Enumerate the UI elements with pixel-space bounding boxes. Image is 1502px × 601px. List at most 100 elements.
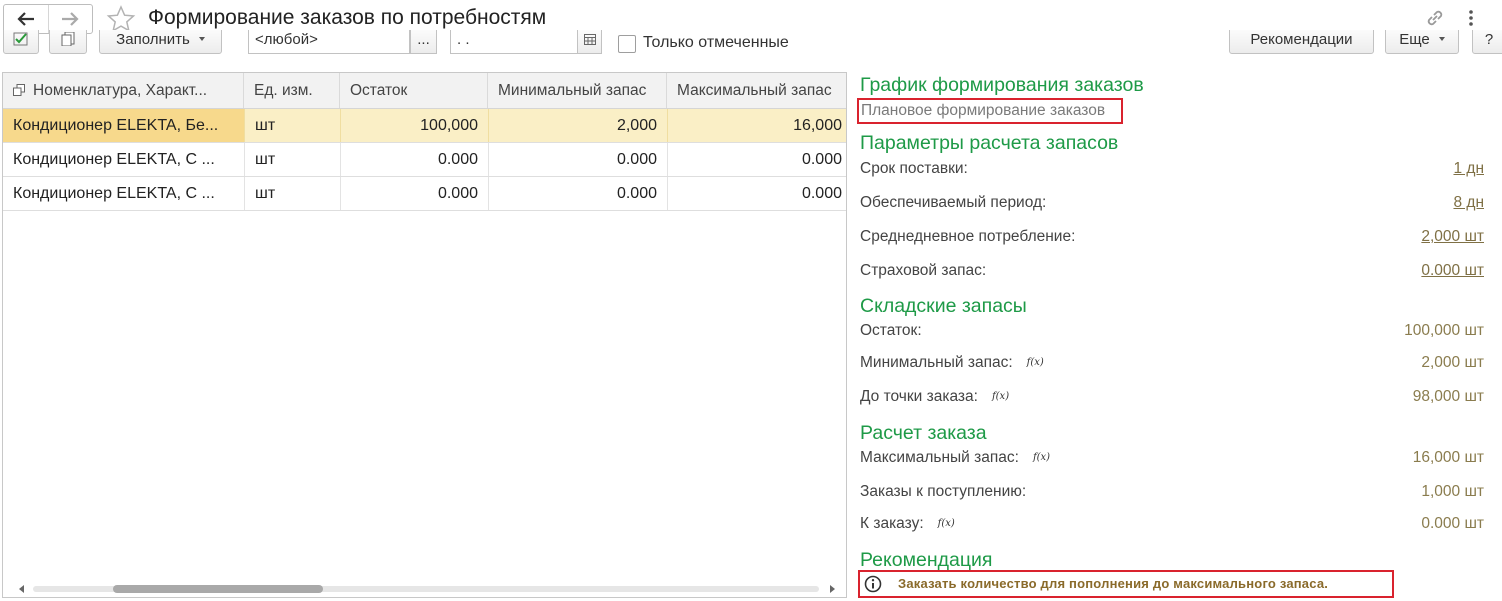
- formula-icon[interactable]: f(x): [992, 391, 1009, 402]
- calc-row-incoming-orders: Заказы к поступлению: 1,000 шт: [860, 483, 1486, 505]
- stock-label: Остаток:: [860, 322, 922, 339]
- schedule-value-highlight: Плановое формирование заказов: [857, 98, 1123, 124]
- scroll-left-icon[interactable]: [19, 585, 24, 593]
- calc-value: 1,000 шт: [1421, 483, 1484, 500]
- scrollbar-thumb[interactable]: [113, 585, 323, 593]
- more-vertical-icon[interactable]: [1464, 8, 1478, 28]
- cell-stock[interactable]: 0.000: [340, 143, 488, 176]
- stock-value: 2,000 шт: [1421, 354, 1484, 371]
- table-row[interactable]: Кондиционер ELEKTA, С ... шт 0.000 0.000…: [3, 143, 846, 177]
- stock-value: 100,000 шт: [1404, 322, 1484, 339]
- calendar-icon: [583, 33, 596, 45]
- arrow-left-icon: [17, 12, 34, 26]
- arrow-right-icon: [62, 12, 79, 26]
- unmark-all-button[interactable]: [49, 30, 87, 54]
- stock-row-balance: Остаток: 100,000 шт: [860, 322, 1486, 344]
- expand-icon: [13, 84, 25, 96]
- only-marked-label: Только отмеченные: [643, 34, 789, 51]
- cell-stock[interactable]: 0.000: [340, 177, 488, 210]
- stock-row-min: Минимальный запас: f(x) 2,000 шт: [860, 354, 1486, 376]
- formula-icon[interactable]: f(x): [1033, 452, 1050, 463]
- formula-icon[interactable]: f(x): [1027, 357, 1044, 368]
- stock-row-reorder-point: До точки заказа: f(x) 98,000 шт: [860, 388, 1486, 410]
- fill-button[interactable]: Заполнить: [99, 30, 222, 54]
- fill-button-label: Заполнить: [116, 30, 190, 48]
- cell-item[interactable]: Кондиционер ELEKTA, С ...: [3, 143, 244, 176]
- param-row-avg-consumption: Среднедневное потребление: 2,000 шт: [860, 228, 1486, 250]
- recommendation-section-title: Рекомендация: [860, 549, 993, 571]
- param-row-period: Обеспечиваемый период: 8 дн: [860, 194, 1486, 216]
- params-section-title: Параметры расчета запасов: [860, 132, 1119, 154]
- column-header-item[interactable]: Номенклатура, Характ...: [3, 73, 244, 108]
- param-label: Обеспечиваемый период:: [860, 194, 1047, 211]
- stock-label-group: До точки заказа: f(x): [860, 388, 1009, 406]
- column-header-min-stock[interactable]: Минимальный запас: [488, 73, 667, 108]
- calc-row-to-order: К заказу: f(x) 0.000 шт: [860, 515, 1486, 537]
- formula-icon[interactable]: f(x): [938, 518, 955, 529]
- cell-max-stock[interactable]: 16,000: [667, 109, 846, 142]
- calc-label: Максимальный запас:: [860, 449, 1019, 466]
- mark-all-button[interactable]: [3, 30, 39, 54]
- param-value-link[interactable]: 2,000 шт: [1421, 228, 1484, 246]
- forward-button[interactable]: [47, 5, 93, 33]
- filter-select-button[interactable]: ...: [410, 30, 437, 54]
- recommendations-button[interactable]: Рекомендации: [1229, 30, 1374, 54]
- cell-max-stock[interactable]: 0.000: [667, 143, 846, 176]
- items-table: Номенклатура, Характ... Ед. изм. Остаток…: [2, 72, 847, 598]
- calc-value: 0.000 шт: [1421, 515, 1484, 532]
- favorite-star-icon[interactable]: [106, 5, 136, 33]
- date-input[interactable]: . .: [450, 30, 578, 54]
- more-button-label: Еще: [1399, 30, 1430, 48]
- stock-label-group: Минимальный запас: f(x): [860, 354, 1044, 372]
- calc-label: Заказы к поступлению:: [860, 483, 1027, 500]
- cell-min-stock[interactable]: 0.000: [488, 143, 667, 176]
- back-button[interactable]: [4, 5, 48, 33]
- schedule-value: Плановое формирование заказов: [861, 102, 1106, 119]
- param-value-link[interactable]: 0.000 шт: [1421, 262, 1484, 280]
- cell-unit[interactable]: шт: [244, 109, 340, 142]
- info-icon: [864, 575, 882, 593]
- stock-section-title: Складские запасы: [860, 295, 1027, 317]
- scroll-right-icon[interactable]: [830, 585, 835, 593]
- calc-section-title: Расчет заказа: [860, 422, 987, 444]
- recommendation-highlight: Заказать количество для пополнения до ма…: [858, 570, 1394, 598]
- horizontal-scrollbar[interactable]: [15, 583, 837, 595]
- param-row-lead-time: Срок поставки: 1 дн: [860, 160, 1486, 182]
- stock-label: Минимальный запас:: [860, 354, 1013, 371]
- table-row[interactable]: Кондиционер ELEKTA, Бе... шт 100,000 2,0…: [3, 109, 846, 143]
- schedule-section-title: График формирования заказов: [860, 74, 1144, 96]
- param-label: Среднедневное потребление:: [860, 228, 1076, 245]
- param-value-link[interactable]: 1 дн: [1453, 160, 1484, 178]
- cell-item[interactable]: Кондиционер ELEKTA, Бе...: [3, 109, 244, 142]
- filter-input[interactable]: <любой>: [248, 30, 410, 54]
- cell-unit[interactable]: шт: [244, 177, 340, 210]
- cell-min-stock[interactable]: 0.000: [488, 177, 667, 210]
- table-row[interactable]: Кондиционер ELEKTA, С ... шт 0.000 0.000…: [3, 177, 846, 211]
- cell-min-stock[interactable]: 2,000: [488, 109, 667, 142]
- column-header-max-stock[interactable]: Максимальный запас: [667, 73, 846, 108]
- column-header-stock[interactable]: Остаток: [340, 73, 488, 108]
- param-label: Срок поставки:: [860, 160, 968, 177]
- stock-value: 98,000 шт: [1412, 388, 1484, 405]
- recommendation-text: Заказать количество для пополнения до ма…: [898, 576, 1329, 591]
- calendar-button[interactable]: [577, 30, 602, 54]
- toolbar: Заполнить <любой> ... . . Только отмечен…: [0, 30, 1502, 58]
- cell-max-stock[interactable]: 0.000: [667, 177, 846, 210]
- stock-label: До точки заказа:: [860, 388, 978, 405]
- column-header-unit[interactable]: Ед. изм.: [244, 73, 340, 108]
- param-value-link[interactable]: 8 дн: [1453, 194, 1484, 212]
- calc-row-max-stock: Максимальный запас: f(x) 16,000 шт: [860, 449, 1486, 471]
- table-header: Номенклатура, Характ... Ед. изм. Остаток…: [3, 73, 846, 109]
- cell-unit[interactable]: шт: [244, 143, 340, 176]
- page-title: Формирование заказов по потребностям: [148, 6, 547, 29]
- calc-label-group: К заказу: f(x): [860, 515, 955, 533]
- link-icon[interactable]: [1424, 7, 1446, 29]
- more-button[interactable]: Еще: [1385, 30, 1459, 54]
- help-button[interactable]: ?: [1472, 30, 1502, 54]
- cell-item[interactable]: Кондиционер ELEKTA, С ...: [3, 177, 244, 210]
- calc-label: К заказу:: [860, 515, 924, 532]
- only-marked-checkbox[interactable]: [618, 35, 636, 53]
- check-icon: [13, 32, 28, 46]
- cell-stock[interactable]: 100,000: [340, 109, 488, 142]
- chevron-down-icon: [198, 37, 205, 41]
